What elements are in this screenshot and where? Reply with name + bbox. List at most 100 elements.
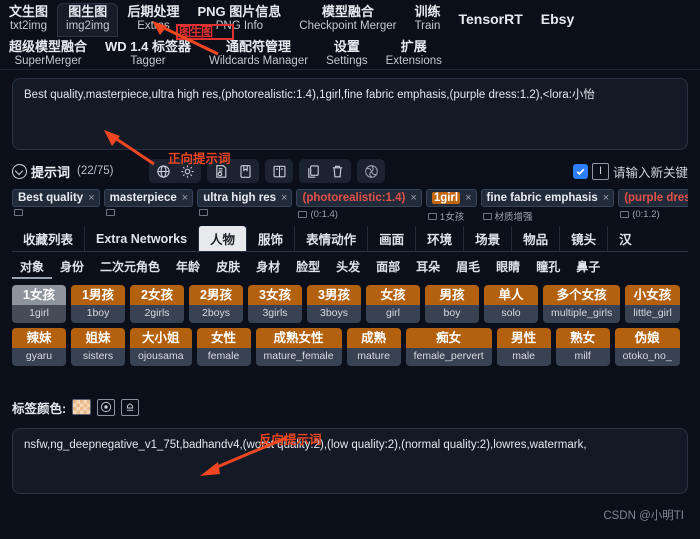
tag-button[interactable]: 女性 female (196, 327, 251, 366)
category-tab-1[interactable]: Extra Networks (84, 226, 198, 251)
prompt-panel-toggle[interactable]: 提示词 (22/75) (12, 162, 113, 181)
color-target-icon[interactable] (97, 398, 116, 416)
tag-button[interactable]: 姐妹 sisters (71, 327, 125, 366)
tag-button[interactable]: 1女孩 1girl (12, 285, 66, 323)
category-tab-8[interactable]: 物品 (511, 226, 559, 251)
subcategory-tab-1[interactable]: 身份 (52, 257, 92, 279)
subcategory-tab-0[interactable]: 对象 (12, 257, 53, 279)
nav-tab-supermerger[interactable]: 超级模型融合 SuperMerger (0, 39, 96, 69)
nav-tab-settings[interactable]: 设置 Settings (317, 39, 377, 69)
new-keyword-checkbox[interactable] (572, 163, 588, 179)
new-keyword-placeholder[interactable]: 请输入新关键 (613, 162, 688, 181)
subcategory-tab-8[interactable]: 面部 (368, 257, 408, 279)
close-icon[interactable]: × (281, 192, 287, 204)
category-tab-0[interactable]: 收藏列表 (12, 226, 84, 251)
tag-chip-body[interactable]: (photorealistic:1.4) × (296, 189, 422, 207)
tag-chip-body[interactable]: Best quality × (12, 189, 100, 207)
subcategory-tab-6[interactable]: 脸型 (288, 257, 328, 279)
tag-button[interactable]: 单人 solo (484, 285, 538, 323)
close-icon[interactable]: × (88, 192, 94, 204)
tag-button[interactable]: 女孩 girl (366, 285, 420, 323)
close-icon[interactable]: × (410, 192, 416, 204)
tag-button[interactable]: 1男孩 1boy (71, 285, 125, 323)
subcategory-tab-4[interactable]: 皮肤 (208, 257, 248, 279)
tag-chip[interactable]: fine fabric emphasis × 材质增强 (480, 189, 615, 223)
nav-tab-img2img[interactable]: 图生图 img2img (57, 3, 119, 37)
book-icon[interactable] (268, 161, 290, 181)
tag-button[interactable]: 男孩 boy (425, 285, 479, 323)
tag-chip[interactable]: (photorealistic:1.4) × (0:1.4) (296, 189, 422, 220)
text-cursor-icon[interactable]: I (591, 162, 609, 180)
spiral-icon[interactable] (360, 161, 382, 181)
tag-chip-body[interactable]: 1girl × (425, 189, 477, 207)
tag-button[interactable]: 2女孩 2girls (130, 285, 184, 323)
nav-tab-checkpoint-merger[interactable]: 模型融合 Checkpoint Merger (290, 3, 405, 34)
subcategory-tab-9[interactable]: 耳朵 (408, 257, 448, 279)
nav-tab-tensorrt[interactable]: TensorRT (449, 3, 531, 30)
category-tab-10[interactable]: 汉 (607, 226, 643, 251)
subcategory-tab-5[interactable]: 身材 (248, 257, 288, 279)
subcategory-tab-12[interactable]: 瞳孔 (528, 257, 568, 279)
tag-chip[interactable]: ultra high res × (197, 189, 293, 216)
tag-button[interactable]: 3男孩 3boys (307, 285, 361, 323)
subcategory-tab-11[interactable]: 眼睛 (488, 257, 528, 279)
weight-slider-icon[interactable] (427, 212, 437, 220)
nav-tab-ebsy[interactable]: Ebsy (532, 3, 583, 30)
weight-slider-icon[interactable] (14, 209, 23, 216)
copy-icon[interactable] (302, 161, 324, 181)
bookmark-icon[interactable] (234, 161, 256, 181)
positive-prompt-textarea[interactable]: Best quality,masterpiece,ultra high res,… (12, 78, 688, 150)
tag-chip[interactable]: 1girl × 1女孩 (425, 189, 477, 223)
tag-button[interactable]: 熟女 milf (555, 327, 610, 366)
nav-tab-png-info[interactable]: PNG 图片信息 PNG Info (189, 3, 291, 34)
nav-tab-wildcards-manager[interactable]: 通配符管理 Wildcards Manager (200, 39, 317, 69)
category-tab-2[interactable]: 人物 (198, 226, 247, 251)
color-swatch[interactable] (72, 399, 92, 415)
nav-tab-extras[interactable]: 后期处理 Extras (118, 3, 188, 34)
tag-chip-body[interactable]: (purple dress:1.2)× (618, 189, 688, 207)
tag-button[interactable]: 辣妹 gyaru (12, 327, 66, 366)
subcategory-tab-7[interactable]: 头发 (328, 257, 368, 279)
tag-button[interactable]: 男性 male (496, 327, 551, 366)
subcategory-tab-13[interactable]: 鼻子 (568, 257, 608, 279)
tag-button[interactable]: 2男孩 2boys (189, 285, 243, 323)
category-tab-3[interactable]: 服饰 (246, 226, 294, 251)
weight-slider-icon[interactable] (298, 211, 308, 218)
tag-chip-body[interactable]: masterpiece × (103, 189, 194, 207)
close-icon[interactable]: × (603, 192, 609, 204)
trash-icon[interactable] (326, 161, 348, 181)
nav-tab-txt2img[interactable]: 文生图 txt2img (0, 3, 57, 34)
tag-chip-body[interactable]: fine fabric emphasis × (480, 189, 615, 207)
category-tab-5[interactable]: 画面 (367, 226, 415, 251)
clear-brush-icon[interactable] (121, 398, 140, 416)
subcategory-tab-2[interactable]: 二次元角色 (92, 257, 168, 279)
tag-button[interactable]: 3女孩 3girls (248, 285, 302, 323)
negative-prompt-textarea[interactable]: nsfw,ng_deepnegative_v1_75t,badhandv4,(w… (12, 428, 688, 494)
nav-tab-train[interactable]: 训练 Train (405, 3, 449, 34)
category-tab-4[interactable]: 表情动作 (294, 226, 367, 251)
tag-button[interactable]: 成熟女性 mature_female (255, 327, 342, 366)
tag-button[interactable]: 小女孩 little_girl (625, 285, 680, 323)
weight-slider-icon[interactable] (620, 211, 630, 218)
tag-button[interactable]: 痴女 female_pervert (405, 327, 492, 366)
tag-button[interactable]: 成熟 mature (346, 327, 401, 366)
tag-chip[interactable]: (purple dress:1.2)× (0:1.2) (618, 189, 688, 220)
tag-button[interactable]: 伪娘 otoko_no_ (614, 327, 680, 366)
category-tab-6[interactable]: 环境 (415, 226, 463, 251)
subcategory-tab-3[interactable]: 年龄 (168, 257, 208, 279)
nav-tab-tagger[interactable]: WD 1.4 标签器 Tagger (96, 39, 200, 69)
weight-slider-icon[interactable] (199, 209, 209, 216)
weight-slider-icon[interactable] (482, 212, 492, 220)
close-icon[interactable]: × (465, 192, 471, 204)
close-icon[interactable]: × (182, 192, 188, 204)
weight-slider-icon[interactable] (105, 209, 115, 216)
chevron-down-icon[interactable] (12, 163, 27, 179)
category-tab-9[interactable]: 镜头 (559, 226, 607, 251)
tag-button[interactable]: 多个女孩 multiple_girls (543, 285, 621, 323)
tag-chip[interactable]: masterpiece × (103, 189, 194, 216)
category-tab-7[interactable]: 场景 (463, 226, 511, 251)
tag-button[interactable]: 大小姐 ojousama (130, 327, 192, 366)
tag-chip-body[interactable]: ultra high res × (197, 189, 293, 207)
subcategory-tab-10[interactable]: 眉毛 (448, 257, 488, 279)
nav-tab-extensions[interactable]: 扩展 Extensions (377, 39, 451, 69)
